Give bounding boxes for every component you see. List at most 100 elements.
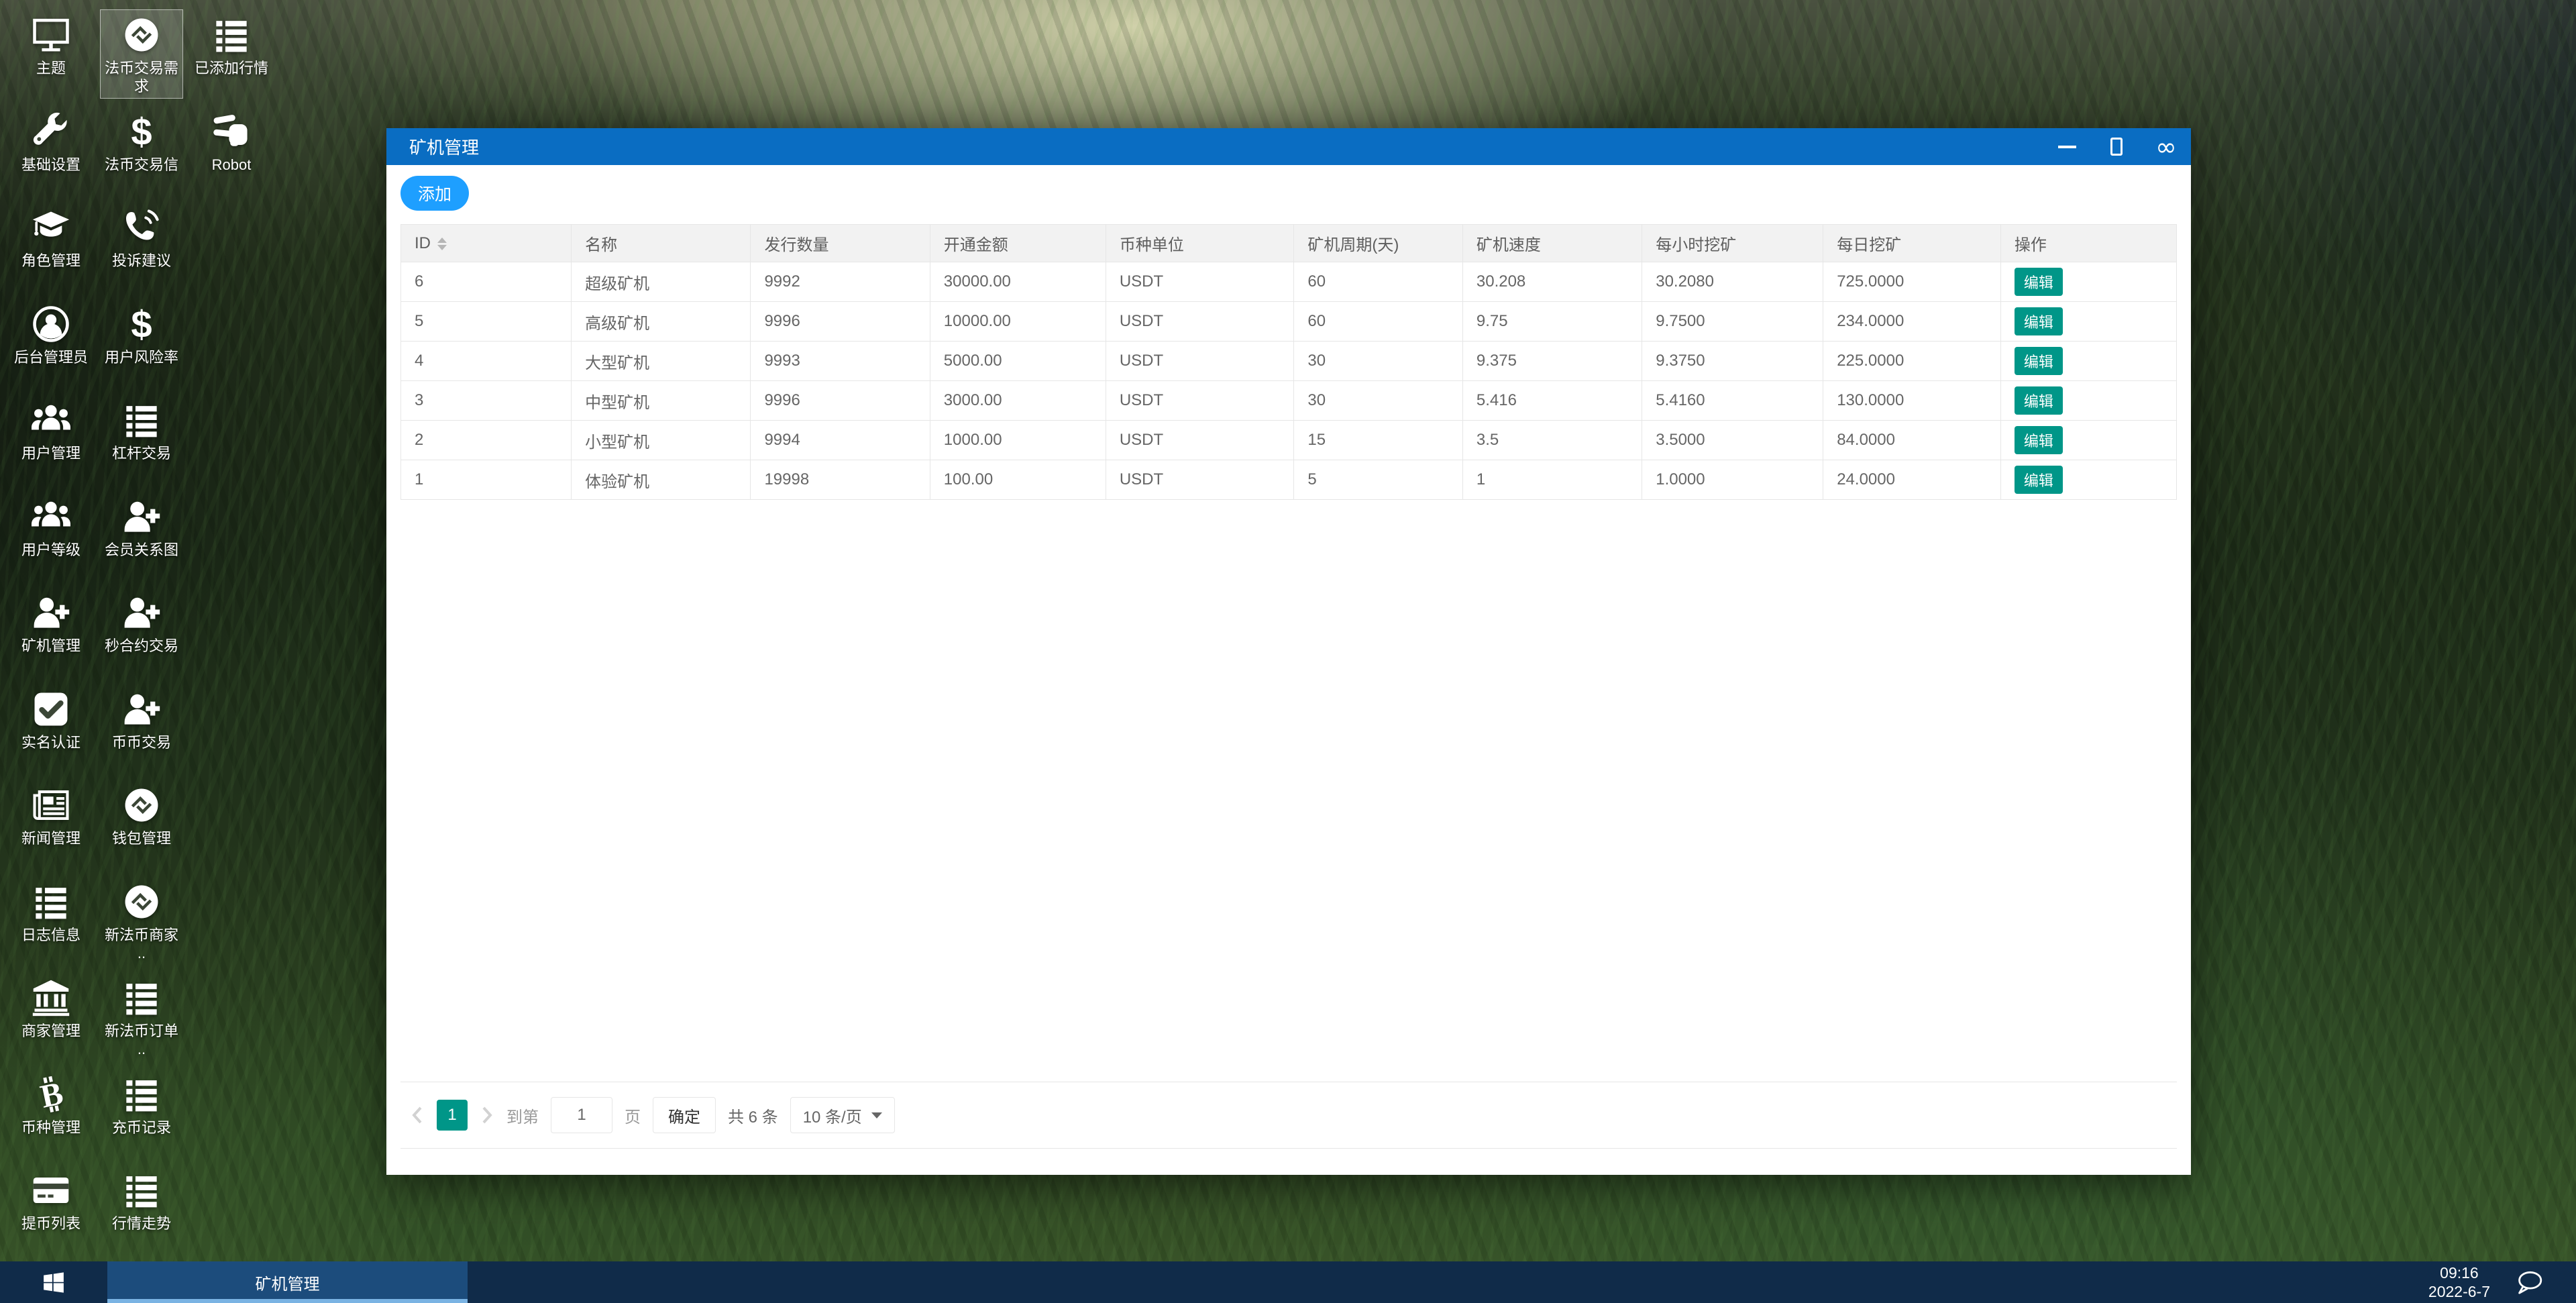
edit-button[interactable]: 编辑	[2014, 307, 2063, 335]
desktop-icon-label: 商家管理	[21, 1023, 80, 1039]
desktop-icon[interactable]: 用户管理	[9, 395, 93, 466]
table-cell: USDT	[1105, 262, 1295, 302]
table-cell: 2	[400, 420, 572, 460]
table-cell: 30000.00	[929, 262, 1106, 302]
table-cell: 19998	[750, 460, 930, 500]
desktop-icon[interactable]: 新法币订单 ..	[100, 972, 183, 1061]
window-titlebar[interactable]: 矿机管理	[386, 128, 2191, 165]
desktop-icon[interactable]: 提币列表	[9, 1165, 93, 1236]
desktop-icon[interactable]: 实名认证	[9, 684, 93, 755]
desktop-icon-label: 已添加行情	[194, 60, 268, 76]
taskbar-task-mining-management[interactable]: 矿机管理	[107, 1261, 468, 1303]
taskbar-tray: 09:16 2022-6-7	[2428, 1261, 2576, 1303]
user-plus-icon	[10, 592, 92, 632]
table-body: 6 超级矿机 9992 30000.00 USDT 60 30.208 30.2080 725.…	[400, 262, 2178, 500]
edit-button[interactable]: 编辑	[2014, 426, 2063, 454]
column-header: 名称	[571, 224, 751, 262]
maximize-button[interactable]	[2092, 128, 2141, 165]
desktop-icon[interactable]: 法币交易需求	[100, 9, 183, 99]
desktop-icon[interactable]: 充币记录	[100, 1069, 183, 1140]
next-page-button[interactable]	[480, 1105, 494, 1125]
table-cell: 3	[400, 380, 572, 421]
desktop-icon-label: 主题	[36, 60, 66, 76]
desktop-icon[interactable]: 商家管理	[9, 972, 93, 1043]
desktop-icon[interactable]: 秒合约交易	[100, 587, 183, 658]
table-cell: USDT	[1105, 460, 1295, 500]
list-icon	[101, 1169, 182, 1210]
page-size-select[interactable]: 10 条/页	[790, 1097, 895, 1133]
table-cell: USDT	[1105, 341, 1295, 381]
table-cell-actions: 编辑	[2000, 262, 2178, 302]
desktop-icon[interactable]: B 币种管理	[9, 1069, 93, 1140]
desktop-icon[interactable]: 币币交易	[100, 684, 183, 755]
desktop-icon[interactable]: $ 用户风险率	[100, 299, 183, 370]
desktop-icon[interactable]: 后台管理员	[9, 299, 93, 370]
graduation-cap-icon	[10, 207, 92, 247]
edit-button[interactable]: 编辑	[2014, 386, 2063, 415]
desktop-icon[interactable]: 角色管理	[9, 202, 93, 273]
list-icon	[191, 14, 272, 54]
desktop-icon-label: 矿机管理	[21, 637, 80, 654]
table-cell: 1	[1462, 460, 1643, 500]
user-plus-icon	[101, 496, 182, 536]
chevron-down-icon	[871, 1112, 882, 1118]
user-plus-icon	[101, 688, 182, 729]
table-cell: 9.375	[1462, 341, 1643, 381]
table-cell: USDT	[1105, 380, 1295, 421]
table-cell: 24.0000	[1823, 460, 2001, 500]
chevron-left-icon	[412, 1106, 422, 1124]
task-label: 矿机管理	[255, 1275, 320, 1294]
desktop-icon-label: 法币交易信	[104, 156, 178, 173]
prev-page-button[interactable]	[410, 1105, 425, 1125]
coin-logo-icon	[101, 881, 182, 921]
desktop-icon[interactable]: 投诉建议	[100, 202, 183, 273]
edit-button[interactable]: 编辑	[2014, 466, 2063, 494]
newspaper-icon	[10, 784, 92, 825]
column-header: 每日挖矿	[1823, 224, 2001, 262]
notification-bubble-icon[interactable]	[2514, 1268, 2545, 1296]
minimize-button[interactable]	[2042, 128, 2092, 165]
confirm-page-button[interactable]: 确定	[653, 1097, 716, 1133]
users-icon	[10, 399, 92, 439]
desktop-icon[interactable]: 主题	[9, 9, 93, 81]
add-button[interactable]: 添加	[400, 176, 470, 211]
column-header[interactable]: ID	[400, 224, 572, 262]
sort-icon[interactable]	[437, 237, 447, 250]
desktop-icon[interactable]: 矿机管理	[9, 587, 93, 658]
desktop-icon-label: 法币交易需求	[104, 60, 178, 95]
desktop-icon[interactable]: 新闻管理	[9, 780, 93, 851]
table-cell: 3.5000	[1642, 420, 1824, 460]
desktop-icon[interactable]: 用户等级	[9, 491, 93, 562]
list-icon	[101, 399, 182, 439]
table-row: 5 高级矿机 9996 10000.00 USDT 60 9.75 9.7500 234.000…	[400, 301, 2178, 342]
desktop-icon[interactable]: 基础设置	[9, 106, 93, 177]
desktop-icon[interactable]: Robot	[190, 106, 273, 177]
table-cell: 3.5	[1462, 420, 1643, 460]
close-button[interactable]	[2141, 128, 2191, 165]
desktop-icon[interactable]: 会员关系图	[100, 491, 183, 562]
start-button[interactable]	[0, 1261, 107, 1303]
table-cell: 60	[1293, 262, 1463, 302]
table-header-row: ID 名称 发行数量 开通金额 币种单位 矿机周期(天) 矿机速度 每小时挖矿 每日挖矿 操作	[400, 224, 2178, 262]
table-cell: 9.7500	[1642, 301, 1824, 342]
table-cell: 725.0000	[1823, 262, 2001, 302]
desktop-icon[interactable]: $ 法币交易信	[100, 106, 183, 177]
table-cell: 234.0000	[1823, 301, 2001, 342]
table-cell: 225.0000	[1823, 341, 2001, 381]
desktop-icon[interactable]: 杠杆交易	[100, 395, 183, 466]
taskbar-clock[interactable]: 09:16 2022-6-7	[2428, 1263, 2490, 1301]
desktop-icon[interactable]: 新法币商家 ..	[100, 876, 183, 966]
edit-button[interactable]: 编辑	[2014, 347, 2063, 375]
column-header: 矿机速度	[1462, 224, 1643, 262]
edit-button[interactable]: 编辑	[2014, 268, 2063, 296]
desktop-icon[interactable]: 已添加行情	[190, 9, 273, 81]
current-page-button[interactable]: 1	[437, 1100, 468, 1131]
goto-page-input[interactable]	[551, 1097, 612, 1133]
check-square-icon	[10, 688, 92, 729]
desktop-icon[interactable]: 行情走势	[100, 1165, 183, 1236]
desktop-icon[interactable]: 钱包管理	[100, 780, 183, 851]
table-row: 6 超级矿机 9992 30000.00 USDT 60 30.208 30.2080 725.…	[400, 262, 2178, 302]
desktop-icon[interactable]: 日志信息	[9, 876, 93, 947]
desktop-icon-label: 新法币商家 ..	[104, 927, 178, 961]
table-cell: 1	[400, 460, 572, 500]
